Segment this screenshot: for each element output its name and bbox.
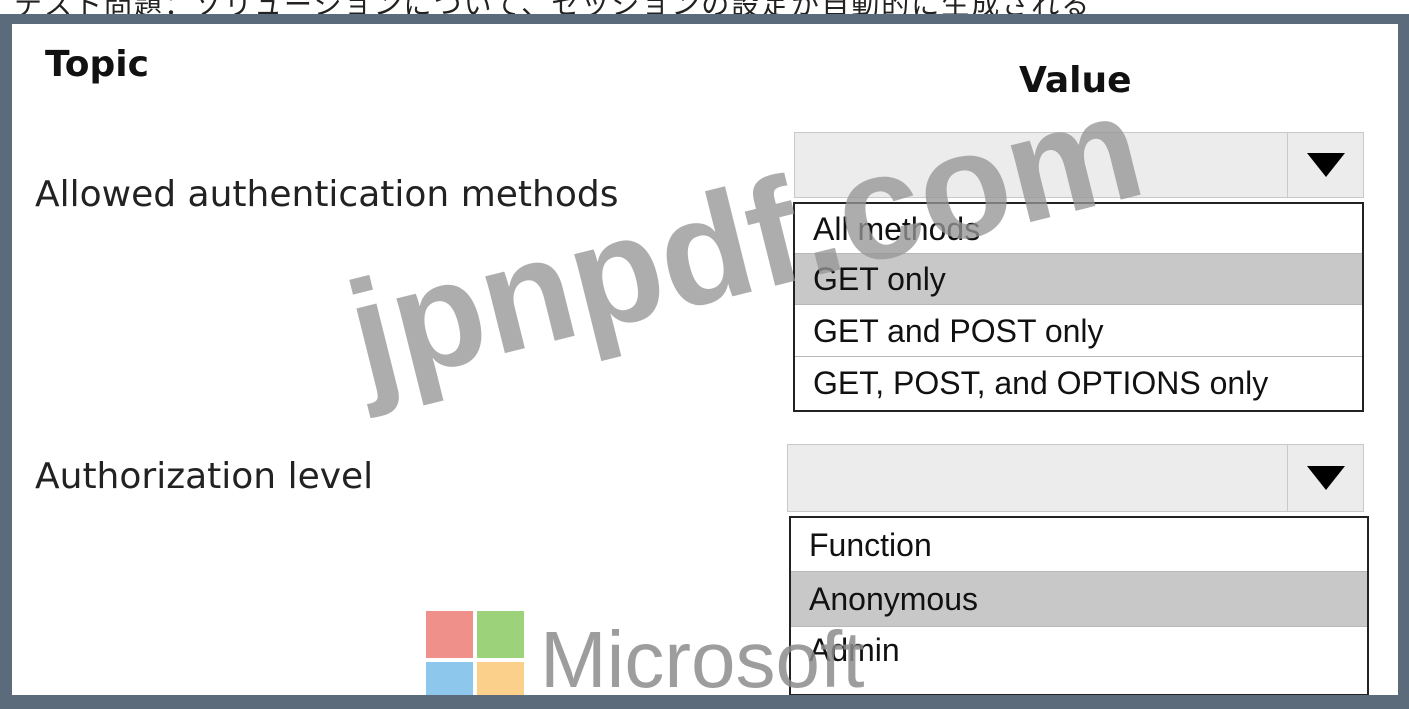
logo-red-square (426, 611, 473, 658)
triangle-down-icon (1306, 466, 1345, 490)
auth-methods-select[interactable] (794, 132, 1364, 198)
authorization-level-options-list: Function Anonymous Admin (789, 516, 1369, 695)
option-function[interactable]: Function (791, 518, 1367, 572)
option-anonymous[interactable]: Anonymous (791, 572, 1367, 627)
logo-blue-square (426, 662, 473, 695)
authorization-level-dropdown-button[interactable] (1287, 445, 1363, 511)
logo-yellow-square (477, 662, 524, 695)
auth-methods-dropdown-button[interactable] (1287, 133, 1363, 197)
option-get-and-post-only[interactable]: GET and POST only (795, 305, 1362, 357)
option-get-post-options-only[interactable]: GET, POST, and OPTIONS only (795, 357, 1362, 410)
logo-green-square (477, 611, 524, 658)
microsoft-logo-icon (426, 611, 526, 695)
option-get-only[interactable]: GET only (795, 254, 1362, 305)
question-frame: Topic Value Allowed authentication metho… (0, 14, 1409, 709)
topic-allowed-authentication-methods: Allowed authentication methods (35, 174, 619, 215)
authorization-level-select[interactable] (787, 444, 1364, 512)
top-caption-strip: テスト問題：ソリューションについて、セッションの設定が自動的に生成される (0, 0, 1409, 14)
topic-authorization-level: Authorization level (35, 456, 374, 497)
option-admin[interactable]: Admin (791, 627, 1367, 683)
answer-area: Topic Value Allowed authentication metho… (12, 24, 1398, 695)
topic-column-header: Topic (45, 44, 149, 85)
top-caption: テスト問題：ソリューションについて、セッションの設定が自動的に生成される (14, 0, 1091, 14)
triangle-down-icon (1306, 153, 1345, 177)
value-column-header: Value (1019, 60, 1132, 101)
option-all-methods[interactable]: All methods (795, 204, 1362, 254)
auth-methods-options-list: All methods GET only GET and POST only G… (793, 202, 1364, 412)
